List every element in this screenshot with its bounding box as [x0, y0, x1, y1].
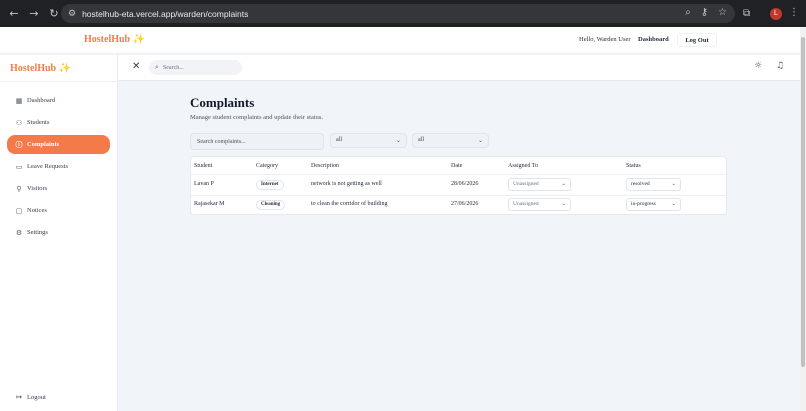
profile-avatar[interactable]: L — [770, 8, 782, 20]
zoom-icon[interactable]: ⌕ — [685, 7, 691, 18]
row-divider — [191, 195, 726, 196]
site-info-icon[interactable]: ⚙ — [68, 9, 76, 19]
cell-student: Rajasekar M — [194, 201, 225, 207]
sidebar-item-leave-requests[interactable]: ▭ Leave Requests — [7, 157, 110, 176]
sidebar-logout-button[interactable]: ↦ Logout — [7, 390, 46, 404]
sidebar-item-complaints[interactable]: ⓘ Complaints — [7, 135, 110, 154]
column-header-assigned-to: Assigned To — [508, 163, 538, 169]
close-icon[interactable]: ✕ — [132, 61, 140, 72]
assign-to-value: Unassigned — [513, 181, 539, 187]
header-logout-button[interactable]: Log Out — [677, 33, 717, 47]
address-bar[interactable]: ⚙ hostelhub-eta.vercel.app/warden/compla… — [61, 4, 735, 23]
message-icon: ▢ — [15, 206, 23, 215]
logout-icon: ↦ — [16, 393, 22, 401]
gear-icon: ⚙ — [15, 228, 23, 237]
sidebar-item-students[interactable]: ⚇ Students — [7, 113, 110, 132]
password-key-icon[interactable]: ⚷ — [701, 7, 708, 18]
complaints-table: Student Category Description Date Assign… — [190, 156, 727, 215]
category-badge: Internet — [256, 180, 284, 190]
chevron-down-icon: ⌄ — [561, 201, 566, 207]
column-header-student: Student — [194, 163, 213, 169]
file-icon: ▭ — [15, 162, 23, 171]
assign-to-value: Unassigned — [513, 201, 539, 207]
column-header-category: Category — [256, 163, 278, 169]
sidebar-item-visitors[interactable]: ⚲ Visitors — [7, 179, 110, 198]
sidebar-item-label: Complaints — [27, 141, 60, 148]
back-icon[interactable]: ← — [4, 7, 24, 20]
sidebar-item-label: Visitors — [27, 185, 48, 192]
global-search-input[interactable] — [162, 64, 233, 71]
category-filter-value: all — [336, 137, 342, 143]
users-icon: ⚇ — [15, 118, 23, 127]
sidebar-item-label: Leave Requests — [27, 163, 68, 170]
category-filter-select[interactable]: all ⌄ — [330, 133, 407, 148]
sidebar-item-settings[interactable]: ⚙ Settings — [7, 223, 110, 242]
category-badge: Cleaning — [256, 200, 286, 210]
sidebar-item-label: Settings — [27, 229, 48, 236]
complaints-search-input[interactable] — [190, 133, 324, 150]
bookmark-star-icon[interactable]: ☆ — [718, 7, 727, 18]
status-value: in-progress — [631, 201, 656, 207]
page-scrollbar[interactable] — [800, 27, 806, 411]
column-header-date: Date — [451, 163, 463, 169]
cell-date: 27/06/2026 — [451, 201, 479, 207]
greeting-text: Hello, Warden User — [579, 36, 631, 43]
cell-description: to clean the corridor of building — [311, 201, 388, 207]
header-brand-logo[interactable]: HostelHub ✨ — [84, 34, 145, 45]
sun-icon[interactable]: ☼ — [754, 61, 762, 71]
sidebar-item-label: Students — [27, 119, 50, 126]
page-title: Complaints — [190, 95, 255, 110]
sidebar-divider — [0, 81, 118, 82]
sidebar-logout-label: Logout — [27, 393, 46, 401]
chevron-down-icon: ⌄ — [477, 137, 483, 144]
chevron-down-icon: ⌄ — [671, 181, 676, 187]
bell-icon[interactable]: ♫ — [776, 61, 784, 71]
chevron-down-icon: ⌄ — [395, 137, 401, 144]
cell-description: network is not getting as well — [311, 181, 382, 187]
row-divider — [191, 174, 726, 175]
status-filter-value: all — [418, 137, 424, 143]
url-text[interactable]: hostelhub-eta.vercel.app/warden/complain… — [82, 9, 248, 19]
assign-to-select[interactable]: Unassigned ⌄ — [508, 198, 571, 211]
chevron-down-icon: ⌄ — [561, 181, 566, 187]
dashboard-link[interactable]: Dashboard — [638, 36, 669, 43]
chevron-down-icon: ⌄ — [671, 201, 676, 207]
assign-to-select[interactable]: Unassigned ⌄ — [508, 178, 571, 191]
sidebar-item-notices[interactable]: ▢ Notices — [7, 201, 110, 220]
forward-icon[interactable]: → — [24, 7, 44, 20]
app-top-bar: ✕ ⌕ ☼ ♫ — [118, 55, 800, 81]
status-filter-select[interactable]: all ⌄ — [412, 133, 489, 148]
sidebar-item-dashboard[interactable]: ▦ Dashboard — [7, 91, 110, 110]
sidebar-item-label: Dashboard — [27, 97, 56, 104]
status-select[interactable]: in-progress ⌄ — [626, 198, 681, 211]
column-header-description: Description — [311, 163, 339, 169]
global-search[interactable]: ⌕ — [149, 60, 242, 75]
alert-circle-icon: ⓘ — [15, 140, 23, 149]
dashboard-icon: ▦ — [15, 96, 23, 105]
extensions-icon[interactable]: ⧉ — [743, 8, 750, 19]
browser-toolbar: ← → ↻ ⚙ hostelhub-eta.vercel.app/warden/… — [0, 0, 806, 27]
site-header: HostelHub ✨ Hello, Warden User Dashboard… — [0, 27, 800, 54]
search-icon: ⌕ — [155, 63, 159, 71]
sidebar: HostelHub ✨ ▦ Dashboard ⚇ Students ⓘ Com… — [0, 55, 118, 411]
browser-menu-icon[interactable]: ⋮ — [789, 7, 799, 18]
column-header-status: Status — [626, 163, 641, 169]
page-subtitle: Manage student complaints and update the… — [190, 114, 324, 121]
cell-date: 28/06/2026 — [451, 181, 479, 187]
sidebar-brand-logo[interactable]: HostelHub ✨ — [10, 63, 71, 74]
sidebar-item-label: Notices — [27, 207, 47, 214]
cell-student: Lavan P — [194, 181, 214, 187]
user-plus-icon: ⚲ — [16, 184, 22, 193]
status-value: resolved — [631, 181, 650, 187]
status-select[interactable]: resolved ⌄ — [626, 178, 681, 191]
scrollbar-thumb[interactable] — [801, 37, 805, 367]
